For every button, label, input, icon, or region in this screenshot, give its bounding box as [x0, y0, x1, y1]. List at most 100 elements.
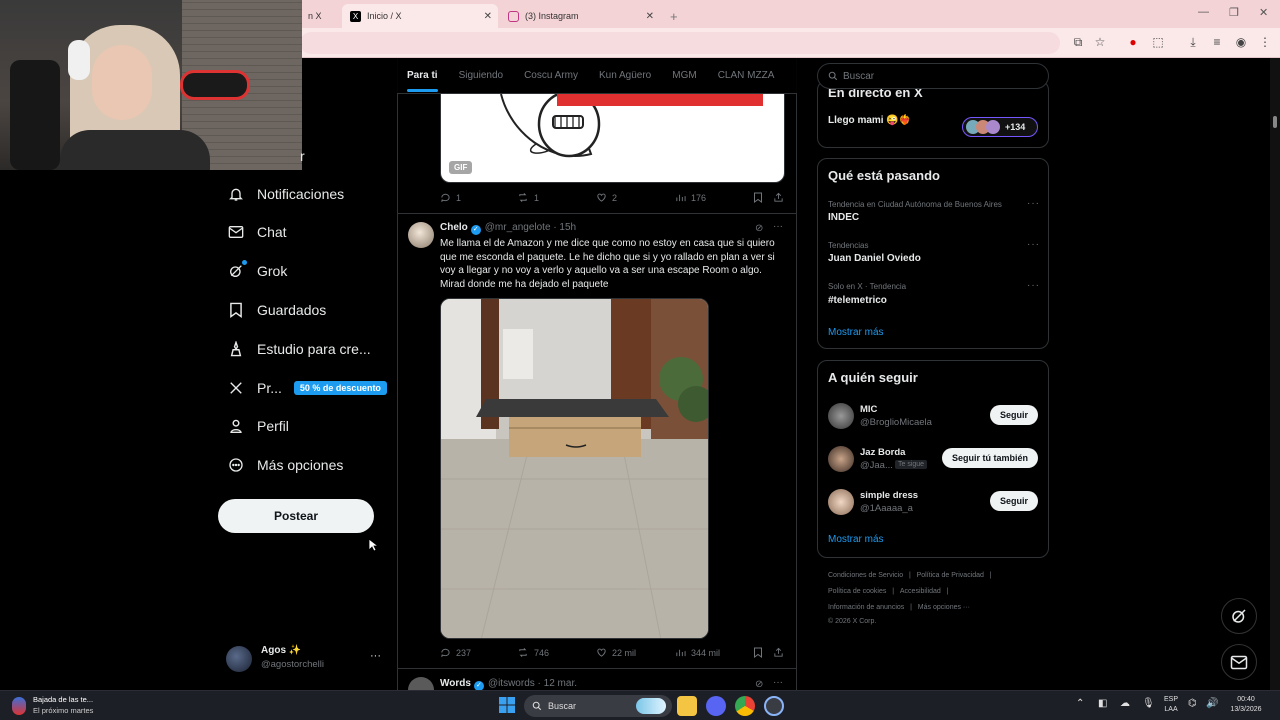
more-icon[interactable]: ··· [1027, 239, 1040, 250]
privacy-link[interactable]: Política de Privacidad [917, 572, 984, 579]
nav-premium[interactable]: Pr... 50 % de descuento [226, 375, 387, 401]
nav-profile[interactable]: Perfil [226, 413, 289, 439]
maximize-icon[interactable]: ❐ [1229, 6, 1239, 19]
download-icon[interactable]: ⤓ [1185, 34, 1201, 50]
reply-button[interactable]: 237 [440, 647, 471, 658]
terms-link[interactable]: Condiciones de Servicio [828, 572, 903, 579]
live-listeners[interactable]: +134 [962, 117, 1038, 137]
more-icon[interactable]: ··· [1027, 280, 1040, 291]
author-handle[interactable]: @mr_angelote [485, 222, 551, 233]
tweet-time[interactable]: · 15h [553, 222, 576, 233]
follow-button[interactable]: Seguir [989, 405, 1038, 425]
tab-siguiendo[interactable]: Siguiendo [459, 70, 503, 81]
extensions-icon[interactable]: ⬚ [1150, 34, 1166, 50]
reading-list-icon[interactable]: ≡ [1209, 34, 1225, 50]
repost-button[interactable]: 1 [517, 192, 539, 203]
cookies-link[interactable]: Política de cookies [828, 588, 886, 595]
nav-creator-studio[interactable]: Estudio para cre... [226, 336, 371, 362]
browser-tab-partial[interactable]: n X [300, 4, 340, 28]
minimize-icon[interactable]: — [1198, 6, 1209, 18]
grok-explain-icon[interactable]: ⊘ [755, 223, 763, 234]
close-tab-icon[interactable]: ✕ [484, 11, 492, 22]
trend-meta: Tendencias [828, 241, 869, 250]
taskbar-search[interactable]: Buscar [524, 695, 672, 717]
tray-app-icon[interactable]: ◧ [1098, 699, 1107, 709]
footer-separator: | [989, 572, 992, 579]
nav-bookmarks[interactable]: Guardados [226, 297, 326, 323]
show-more-link[interactable]: Mostrar más [828, 327, 884, 338]
close-tab-icon[interactable]: ✕ [646, 11, 654, 22]
grok-floating-button[interactable] [1221, 598, 1257, 634]
tweet-time[interactable]: · 12 mar. [538, 678, 577, 689]
clock[interactable]: 00:40 13/3/2026 [1226, 695, 1266, 715]
ads-info-link[interactable]: Información de anuncios [828, 604, 904, 611]
tab-para-ti[interactable]: Para ti [407, 70, 438, 92]
more-icon[interactable]: ··· [773, 677, 783, 688]
news-widget-icon[interactable] [12, 697, 26, 715]
language-indicator[interactable]: ESP LAA [1164, 695, 1178, 715]
share-button[interactable] [773, 647, 789, 658]
new-tab-button[interactable]: + [662, 4, 684, 28]
author-name[interactable]: Words [440, 678, 471, 689]
obs-icon[interactable] [764, 696, 784, 716]
bookmark-button[interactable] [753, 647, 768, 658]
star-icon[interactable]: ☆ [1092, 34, 1108, 50]
nav-grok[interactable]: Grok [226, 258, 287, 284]
more-options-link[interactable]: Más opciones ··· [918, 604, 970, 611]
browser-tab-instagram[interactable]: (3) Instagram ✕ [500, 4, 660, 28]
tab-coscu-army[interactable]: Coscu Army [524, 70, 578, 81]
browser-tab-x[interactable]: X Inicio / X ✕ [342, 4, 498, 28]
tab-clan-mzza[interactable]: CLAN MZZA [718, 70, 775, 81]
cast-icon[interactable]: ⧉ [1070, 34, 1086, 50]
account-switcher[interactable]: Agos ✨ @agostorchelli ··· [226, 643, 386, 673]
follow-button[interactable]: Seguir [989, 491, 1038, 511]
show-more-link[interactable]: Mostrar más [828, 534, 884, 545]
messages-floating-button[interactable] [1221, 644, 1257, 680]
network-icon[interactable]: ⌬ [1188, 699, 1197, 709]
author-handle[interactable]: @itswords [488, 678, 535, 689]
volume-icon[interactable]: 🔊 [1206, 699, 1218, 709]
nav-notifications[interactable]: Notificaciones [226, 181, 344, 207]
search-input[interactable]: Buscar [817, 63, 1049, 89]
post-button[interactable]: Postear [218, 499, 374, 533]
more-icon[interactable]: ··· [370, 650, 381, 662]
microphone-icon[interactable]: 🎙 [1142, 699, 1155, 709]
author-name[interactable]: Chelo [440, 222, 468, 233]
chrome-icon[interactable] [735, 696, 755, 716]
views-button[interactable]: 344 mil [675, 647, 720, 658]
live-card[interactable]: En directo en X Llego mami 😜❤️‍🔥 +134 [817, 80, 1049, 148]
close-window-icon[interactable]: ✕ [1259, 6, 1268, 19]
tray-cloud-icon[interactable]: ☁ [1120, 699, 1130, 709]
more-icon[interactable]: ··· [1027, 198, 1040, 209]
follow-back-button[interactable]: Seguir tú también [941, 448, 1038, 468]
windows-start-icon[interactable] [498, 696, 518, 716]
scrollbar[interactable] [1270, 58, 1280, 690]
like-button[interactable]: 2 [596, 192, 617, 203]
url-field[interactable] [300, 32, 1060, 54]
like-button[interactable]: 22 mil [596, 647, 636, 658]
reply-button[interactable]: 1 [440, 192, 461, 203]
tweet-photo[interactable] [440, 298, 709, 639]
nav-more-options[interactable]: Más opciones [226, 452, 343, 478]
tab-mgm[interactable]: MGM [672, 70, 696, 81]
clock-date: 13/3/2026 [1230, 706, 1262, 713]
share-button[interactable] [773, 192, 789, 203]
file-explorer-icon[interactable] [677, 696, 697, 716]
repost-button[interactable]: 746 [517, 647, 549, 658]
grok-explain-icon[interactable]: ⊘ [755, 679, 763, 690]
accessibility-link[interactable]: Accesibilidad [900, 588, 941, 595]
chevron-up-icon[interactable]: ⌃ [1076, 699, 1084, 709]
discord-icon[interactable] [706, 696, 726, 716]
browser-menu-icon[interactable]: ⋮ [1257, 34, 1273, 50]
more-icon[interactable]: ··· [773, 221, 783, 232]
profile-avatar-icon[interactable]: ◉ [1233, 34, 1249, 50]
tweet-gif-media[interactable]: GIF [440, 94, 785, 183]
widget-title[interactable]: Bajada de las te... [33, 695, 93, 704]
opera-icon[interactable]: ● [1125, 34, 1141, 50]
views-button[interactable]: 176 [675, 192, 706, 203]
bookmark-button[interactable] [753, 192, 768, 203]
scrollbar-thumb[interactable] [1273, 116, 1277, 128]
nav-chat[interactable]: Chat [226, 219, 287, 245]
tab-kun-aguero[interactable]: Kun Agüero [599, 70, 651, 81]
avatar[interactable] [408, 222, 434, 248]
